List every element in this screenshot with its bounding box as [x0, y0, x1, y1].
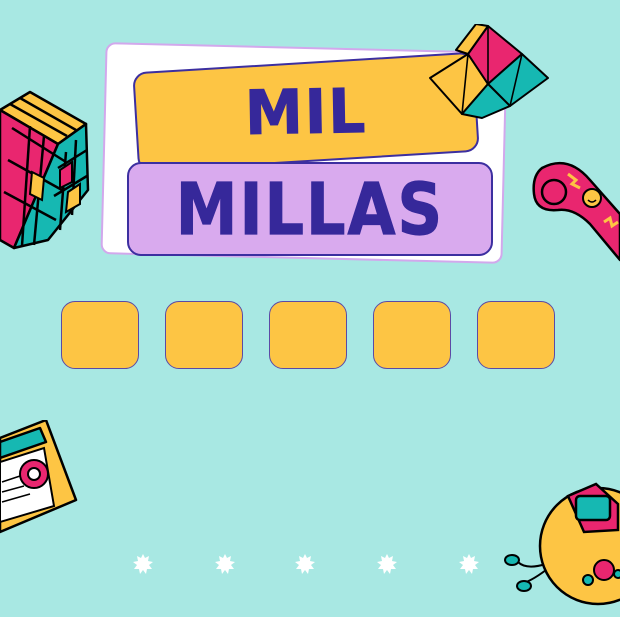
answer-slot[interactable]	[477, 301, 555, 369]
rubiks-cube-icon	[0, 90, 90, 250]
answer-slot[interactable]	[61, 301, 139, 369]
fortune-teller-icon	[429, 24, 549, 119]
answer-slot[interactable]	[373, 301, 451, 369]
party-blower-icon	[532, 161, 620, 262]
answer-slot[interactable]	[269, 301, 347, 369]
title-line-1: MIL	[244, 75, 369, 150]
pagination-dot[interactable]	[459, 554, 479, 574]
title-banner-bottom: MILLAS	[127, 162, 493, 256]
answer-slot[interactable]	[165, 301, 243, 369]
pagination-dot[interactable]	[377, 554, 397, 574]
cd-player-icon	[504, 482, 620, 606]
pagination-dot[interactable]	[295, 554, 315, 574]
title-line-2: MILLAS	[175, 166, 445, 251]
vhs-tape-icon	[0, 420, 78, 534]
pagination-dot[interactable]	[215, 554, 235, 574]
pagination-dot[interactable]	[133, 554, 153, 574]
